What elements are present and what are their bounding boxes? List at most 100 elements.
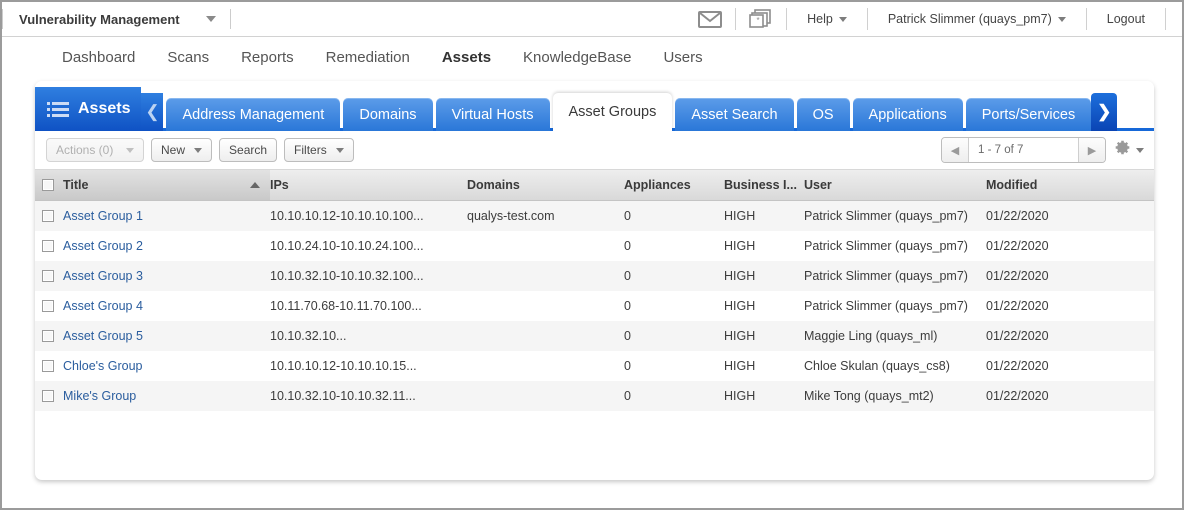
help-menu[interactable]: Help (797, 12, 857, 26)
tab-ports-services[interactable]: Ports/Services (965, 98, 1092, 131)
appbar-divider-2 (786, 8, 788, 30)
row-checkbox[interactable] (35, 360, 61, 372)
row-business-impact: HIGH (724, 329, 756, 343)
appbar-divider-1 (735, 8, 737, 30)
tab-os[interactable]: OS (796, 98, 850, 131)
new-button[interactable]: New (151, 138, 213, 162)
checkbox-box (42, 179, 54, 191)
checkbox-box (42, 210, 54, 222)
row-checkbox[interactable] (35, 330, 61, 342)
row-title-link[interactable]: Asset Group 3 (61, 269, 270, 283)
table-row[interactable]: Asset Group 5 10.10.32.10... 0 HIGH Magg… (35, 321, 1154, 351)
tab-label: OS (812, 106, 834, 123)
row-ips: 10.10.10.12-10.10.10.15... (270, 359, 417, 373)
checkbox-box (42, 390, 54, 402)
column-header-user[interactable]: User (804, 178, 986, 192)
triangle-left-icon[interactable]: ◀ (942, 138, 969, 162)
nav-item-scans[interactable]: Scans (151, 49, 225, 66)
user-menu[interactable]: Patrick Slimmer (quays_pm7) (878, 12, 1076, 26)
row-user: Patrick Slimmer (quays_pm7) (804, 239, 968, 253)
column-header-modified[interactable]: Modified (986, 178, 1126, 192)
appbar-module-divider (229, 9, 231, 29)
tab-label: Asset Groups (568, 104, 657, 120)
row-appliances: 0 (624, 359, 631, 373)
tabstrip-section-assets[interactable]: Assets (35, 87, 142, 131)
tab-applications[interactable]: Applications (852, 98, 963, 131)
table-row[interactable]: Asset Group 4 10.11.70.68-10.11.70.100..… (35, 291, 1154, 321)
table-header-row: Title IPs Domains Appliances Business I.… (35, 170, 1154, 201)
row-title-link[interactable]: Asset Group 5 (61, 329, 270, 343)
row-user: Mike Tong (quays_mt2) (804, 389, 934, 403)
tab-asset-groups[interactable]: Asset Groups (552, 93, 673, 131)
apps-icon[interactable]: * (746, 8, 776, 30)
row-title-link[interactable]: Mike's Group (61, 389, 270, 403)
column-header-business-impact[interactable]: Business I... (724, 178, 804, 192)
table-row[interactable]: Asset Group 2 10.10.24.10-10.10.24.100..… (35, 231, 1154, 261)
logout-link[interactable]: Logout (1097, 12, 1155, 26)
nav-item-dashboard[interactable]: Dashboard (46, 49, 151, 66)
row-modified: 01/22/2020 (986, 209, 1049, 223)
chevron-down-icon (1136, 147, 1144, 153)
user-label: Patrick Slimmer (quays_pm7) (887, 12, 1052, 26)
checkbox-box (42, 360, 54, 372)
tab-asset-search[interactable]: Asset Search (675, 98, 794, 131)
chevron-right-icon[interactable]: ❯ (1091, 93, 1118, 131)
tab-domains[interactable]: Domains (343, 98, 433, 131)
row-ips: 10.10.24.10-10.10.24.100... (270, 239, 424, 253)
row-ips: 10.10.10.12-10.10.10.100... (270, 209, 424, 223)
row-title-link[interactable]: Asset Group 2 (61, 239, 270, 253)
row-checkbox[interactable] (35, 390, 61, 402)
row-checkbox[interactable] (35, 270, 61, 282)
nav-item-knowledgebase[interactable]: KnowledgeBase (507, 49, 647, 66)
tab-label: Virtual Hosts (451, 106, 534, 123)
tab-label: Address Management (182, 106, 325, 123)
tab-label: Applications (868, 106, 947, 123)
filters-button[interactable]: Filters (284, 138, 354, 162)
envelope-icon[interactable] (695, 8, 725, 30)
tab-label: Asset Search (691, 106, 778, 123)
settings-menu[interactable] (1114, 139, 1144, 161)
table-row[interactable]: Chloe's Group 10.10.10.12-10.10.10.15...… (35, 351, 1154, 381)
tab-virtual-hosts[interactable]: Virtual Hosts (435, 98, 550, 131)
row-checkbox[interactable] (35, 240, 61, 252)
column-header-domains[interactable]: Domains (467, 178, 624, 192)
help-label: Help (807, 12, 833, 26)
row-user: Patrick Slimmer (quays_pm7) (804, 299, 968, 313)
row-ips: 10.11.70.68-10.11.70.100... (270, 299, 422, 313)
new-label: New (161, 143, 186, 157)
row-user: Maggie Ling (quays_ml) (804, 329, 938, 343)
table-row[interactable]: Asset Group 1 10.10.10.12-10.10.10.100..… (35, 201, 1154, 231)
table-row[interactable]: Mike's Group 10.10.32.10-10.10.32.11... … (35, 381, 1154, 411)
chevron-down-icon (205, 16, 216, 22)
row-title-link[interactable]: Asset Group 4 (61, 299, 270, 313)
filters-label: Filters (294, 143, 327, 157)
actions-button[interactable]: Actions (0) (46, 138, 144, 162)
application-window: Vulnerability Management * Help Patrick … (0, 0, 1184, 510)
row-title-link[interactable]: Chloe's Group (61, 359, 270, 373)
svg-text:*: * (757, 16, 760, 25)
row-checkbox[interactable] (35, 210, 61, 222)
nav-item-reports[interactable]: Reports (225, 49, 310, 66)
appbar-right-group: * Help Patrick Slimmer (quays_pm7) Logou… (695, 2, 1182, 36)
nav-item-assets[interactable]: Assets (426, 49, 507, 66)
nav-item-users[interactable]: Users (647, 49, 718, 66)
row-checkbox[interactable] (35, 300, 61, 312)
table-row[interactable]: Asset Group 3 10.10.32.10-10.10.32.100..… (35, 261, 1154, 291)
column-header-ips[interactable]: IPs (270, 178, 467, 192)
tab-address-management[interactable]: Address Management (166, 98, 341, 131)
module-selector[interactable]: Vulnerability Management (3, 2, 230, 36)
select-all-checkbox[interactable] (35, 170, 61, 200)
chevron-left-icon[interactable]: ❮ (141, 93, 164, 131)
search-button[interactable]: Search (219, 138, 278, 162)
row-title-link[interactable]: Asset Group 1 (61, 209, 270, 223)
pager-range-text: 1 - 7 of 7 (969, 138, 1078, 162)
tab-label: Ports/Services (981, 106, 1076, 123)
triangle-right-icon[interactable]: ▶ (1078, 138, 1105, 162)
column-header-title[interactable]: Title (61, 170, 270, 200)
column-header-label: Title (63, 178, 89, 192)
nav-item-remediation[interactable]: Remediation (310, 49, 426, 66)
row-user: Patrick Slimmer (quays_pm7) (804, 269, 968, 283)
row-modified: 01/22/2020 (986, 269, 1049, 283)
column-header-appliances[interactable]: Appliances (624, 178, 724, 192)
content-card: Assets ❮ Address Management Domains Virt… (35, 81, 1154, 480)
